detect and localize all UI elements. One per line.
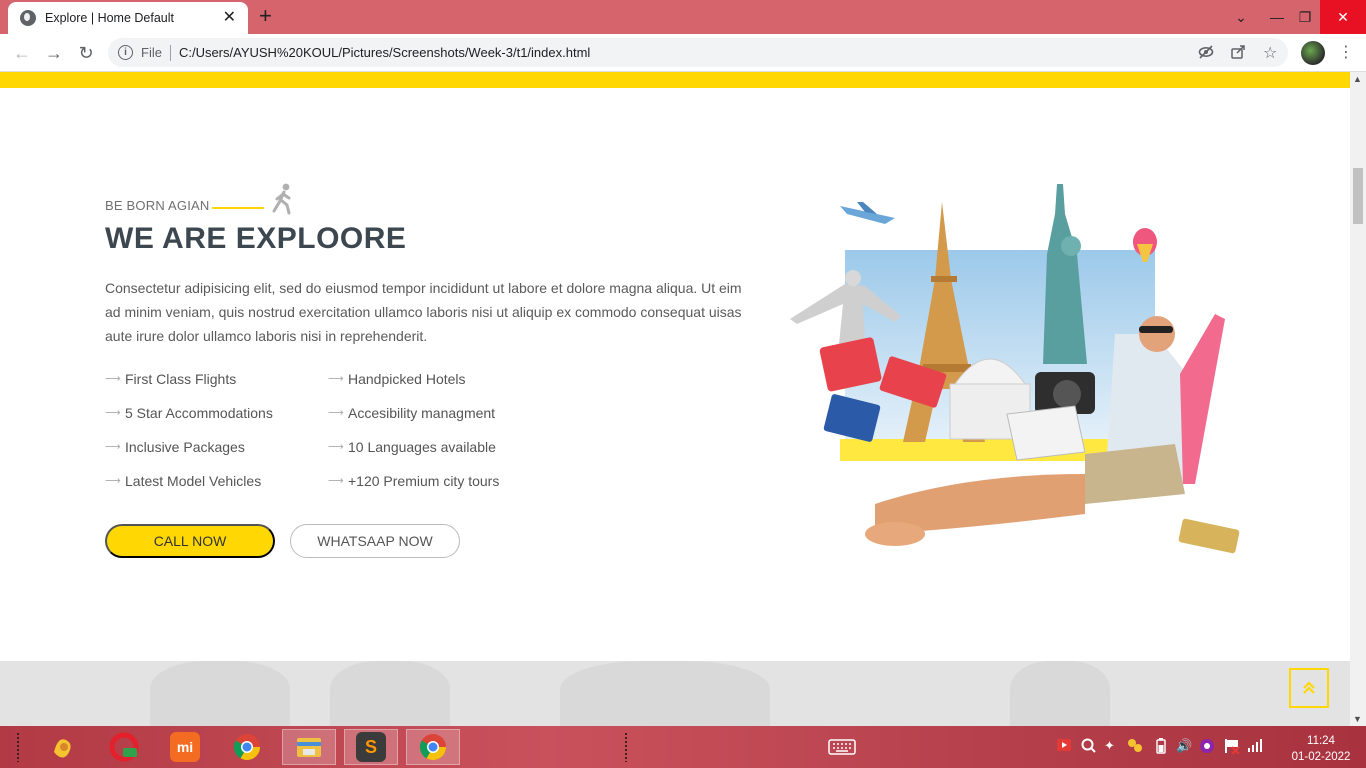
close-tab-icon[interactable]: ✕ <box>223 10 236 26</box>
forward-arrow-icon[interactable]: → <box>41 40 67 66</box>
scroll-up-arrow-icon[interactable]: ▲ <box>1353 74 1362 84</box>
minimize-icon[interactable]: — <box>1262 0 1292 34</box>
tray-search-icon[interactable] <box>1081 738 1096 756</box>
chrome-icon <box>232 732 262 762</box>
chrome-icon <box>418 732 448 762</box>
background-texture <box>330 661 450 726</box>
profile-avatar[interactable] <box>1301 41 1325 65</box>
arrow-right-icon: ⟶ <box>105 441 121 453</box>
arrow-right-icon: ⟶ <box>328 373 344 385</box>
arrow-right-icon: ⟶ <box>328 441 344 453</box>
sublime-text-icon: S <box>356 732 386 762</box>
whatsapp-now-button[interactable]: WHATSAAP NOW <box>290 524 460 558</box>
volume-icon[interactable]: 🔊 <box>1176 738 1192 754</box>
taskbar-grip <box>16 732 20 762</box>
taskbar-grip <box>624 732 628 762</box>
taskbar-app-honeygain[interactable] <box>36 729 90 765</box>
list-item: ⟶ Accesibility managment <box>328 404 496 421</box>
clock-date: 01-02-2022 <box>1291 751 1351 763</box>
share-icon[interactable] <box>1231 45 1246 62</box>
tray-video-icon[interactable] <box>1057 738 1071 755</box>
page-viewport: BE BORN AGIAN WE ARE EXPLOORE Consectetu… <box>0 72 1350 726</box>
taskbar-app-chrome-active[interactable] <box>406 729 460 765</box>
tracking-eye-off-icon[interactable] <box>1198 45 1214 62</box>
background-texture <box>1010 661 1110 726</box>
browser-tab-strip: Explore | Home Default ✕ + ⌄ — ❐ ✕ <box>0 0 1366 34</box>
more-menu-icon[interactable]: ⋮ <box>1338 42 1354 62</box>
list-item: ⟶ Inclusive Packages <box>105 438 245 455</box>
tab-title: Explore | Home Default <box>45 11 174 25</box>
background-texture <box>560 661 770 726</box>
tray-security-icon[interactable] <box>1127 738 1143 756</box>
taskbar-app-opera-gx[interactable] <box>97 729 151 765</box>
call-now-button[interactable]: CALL NOW <box>105 524 275 558</box>
network-flag-icon[interactable] <box>1224 738 1240 757</box>
mi-icon: mi <box>170 732 200 762</box>
taskbar-app-mi[interactable]: mi <box>158 729 212 765</box>
reload-icon[interactable]: ↻ <box>73 40 99 66</box>
close-window-icon[interactable]: ✕ <box>1320 0 1366 34</box>
double-chevron-up-icon <box>1303 681 1315 694</box>
section-eyebrow: BE BORN AGIAN <box>105 198 210 213</box>
taskbar-app-file-explorer[interactable] <box>282 729 336 765</box>
back-to-top-button[interactable] <box>1289 668 1329 708</box>
travel-collage-image <box>790 184 1240 554</box>
new-tab-button[interactable]: + <box>259 5 272 27</box>
list-item: ⟶ Latest Model Vehicles <box>105 472 262 489</box>
opera-gx-icon <box>109 732 139 762</box>
list-item: ⟶ +120 Premium city tours <box>328 472 500 489</box>
system-clock[interactable]: 11:24 01-02-2022 <box>1286 733 1356 765</box>
browser-toolbar: ← → ↻ i File C:/Users/AYUSH%20KOUL/Pictu… <box>0 34 1366 72</box>
restore-icon[interactable]: ❐ <box>1290 0 1320 34</box>
walking-person-icon <box>266 183 296 220</box>
url-scheme-label: File <box>141 44 171 61</box>
feature-list: ⟶ First Class Flights ⟶ Handpicked Hotels … <box>105 368 565 491</box>
tray-app-icon[interactable] <box>1199 738 1215 757</box>
header-strip <box>0 72 1350 88</box>
globe-icon <box>20 10 36 26</box>
address-bar[interactable]: i File C:/Users/AYUSH%20KOUL/Pictures/Sc… <box>108 38 1288 67</box>
intro-paragraph: Consectetur adipisicing elit, sed do eiu… <box>105 280 742 344</box>
list-item: ⟶ Handpicked Hotels <box>328 370 466 387</box>
back-arrow-icon[interactable]: ← <box>9 40 35 66</box>
arrow-right-icon: ⟶ <box>328 407 344 419</box>
arrow-right-icon: ⟶ <box>105 373 121 385</box>
list-item: ⟶ 5 Star Accommodations <box>105 404 273 421</box>
arrow-right-icon: ⟶ <box>105 407 121 419</box>
taskbar-app-chrome[interactable] <box>220 729 274 765</box>
taskbar-app-sublime-text[interactable]: S <box>344 729 398 765</box>
info-icon[interactable]: i <box>118 45 133 60</box>
list-item: ⟶ First Class Flights <box>105 370 237 387</box>
honeygain-icon <box>48 732 78 762</box>
tab-search-chevron-icon[interactable]: ⌄ <box>1226 0 1256 34</box>
touch-keyboard-icon[interactable] <box>828 739 856 758</box>
section-heading: WE ARE EXPLOORE <box>105 222 407 255</box>
clock-time: 11:24 <box>1307 735 1335 747</box>
file-explorer-icon <box>294 732 324 762</box>
browser-tab[interactable]: Explore | Home Default ✕ <box>8 2 248 34</box>
list-item: ⟶ 10 Languages available <box>328 438 496 455</box>
tray-sparkle-icon[interactable]: ✦ <box>1104 738 1115 754</box>
arrow-right-icon: ⟶ <box>105 475 121 487</box>
bookmark-star-icon[interactable]: ☆ <box>1263 43 1277 63</box>
battery-icon[interactable] <box>1156 738 1166 757</box>
vertical-scrollbar[interactable]: ▲ ▼ <box>1350 72 1366 726</box>
scroll-down-arrow-icon[interactable]: ▼ <box>1353 714 1362 724</box>
url-text[interactable]: C:/Users/AYUSH%20KOUL/Pictures/Screensho… <box>179 45 590 60</box>
eyebrow-underline <box>212 207 264 209</box>
arrow-right-icon: ⟶ <box>328 475 344 487</box>
background-texture <box>150 661 290 726</box>
signal-bars-icon[interactable] <box>1248 738 1264 755</box>
next-section-background <box>0 661 1350 726</box>
scrollbar-thumb[interactable] <box>1353 168 1363 224</box>
